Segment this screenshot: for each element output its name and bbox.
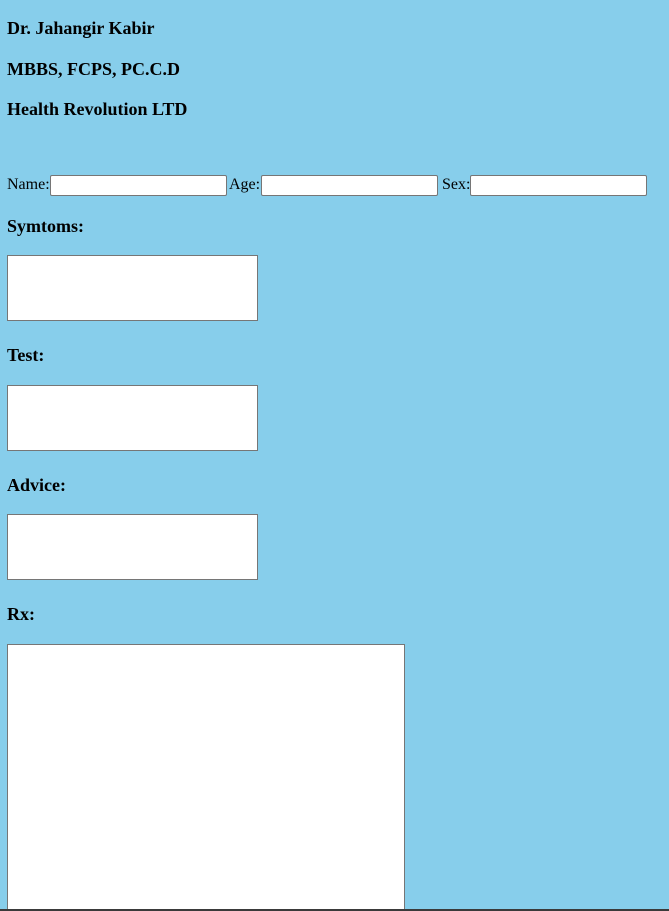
- doctor-name: Dr. Jahangir Kabir: [7, 18, 155, 38]
- advice-label: Advice:: [7, 475, 66, 495]
- prescription-page: Dr. Jahangir Kabir MBBS, FCPS, PC.C.D He…: [0, 0, 669, 911]
- sex-label: Sex:: [442, 176, 471, 193]
- organization-name: Health Revolution LTD: [7, 99, 188, 119]
- name-input[interactable]: [50, 175, 227, 196]
- age-input[interactable]: [261, 175, 438, 196]
- rx-textarea[interactable]: [7, 644, 405, 911]
- test-label: Test:: [7, 345, 45, 365]
- rx-label: Rx:: [7, 604, 35, 624]
- sex-input[interactable]: [470, 175, 647, 196]
- advice-textarea[interactable]: [7, 514, 258, 580]
- test-textarea[interactable]: [7, 385, 258, 451]
- symptoms-textarea[interactable]: [7, 255, 258, 321]
- age-label: Age:: [229, 176, 261, 193]
- symptoms-label: Symtoms:: [7, 216, 84, 236]
- doctor-qualifications: MBBS, FCPS, PC.C.D: [7, 59, 181, 79]
- name-label: Name:: [7, 176, 50, 193]
